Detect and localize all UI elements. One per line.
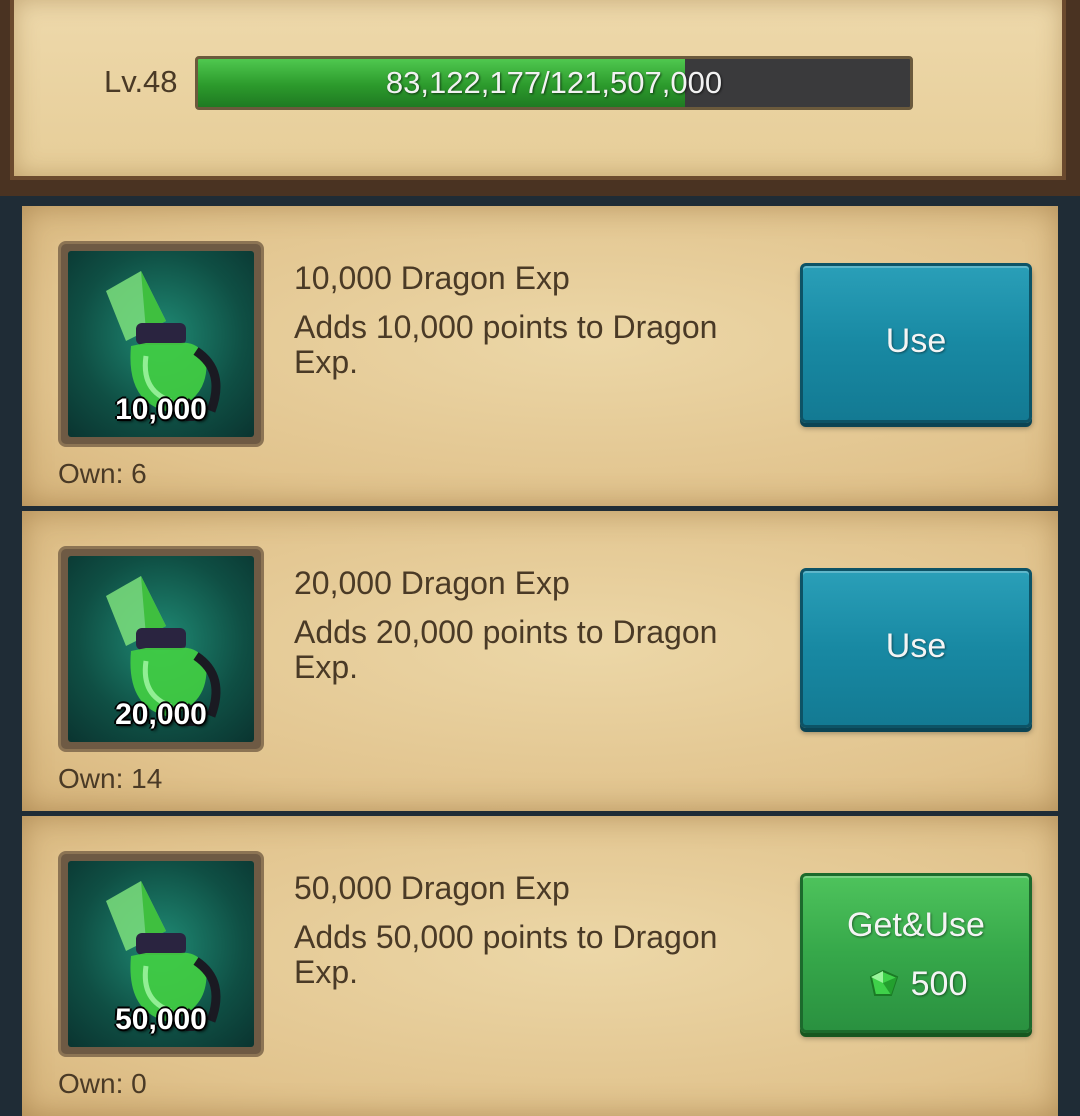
level-panel-inner: Lv.48 83,122,177/121,507,000: [10, 0, 1066, 180]
item-amount-label: 10,000: [115, 393, 207, 426]
gem-cost-value: 500: [910, 964, 968, 1003]
level-label: Lv.48: [104, 64, 178, 99]
item-icon-frame: 10,000: [58, 241, 264, 447]
own-count: Own: 6: [58, 458, 147, 489]
exp-progress-bar: 83,122,177/121,507,000: [195, 56, 913, 110]
item-title: 20,000 Dragon Exp: [294, 565, 570, 601]
item-title: 50,000 Dragon Exp: [294, 870, 570, 906]
item-icon-frame: 50,000: [58, 851, 264, 1057]
get-and-use-button[interactable]: Get&Use 500: [800, 873, 1032, 1033]
item-amount-label: 50,000: [115, 1003, 207, 1036]
gem-cost: 500: [803, 964, 1029, 1004]
use-button[interactable]: Use: [800, 568, 1032, 728]
own-count: Own: 14: [58, 763, 163, 794]
level-panel: Lv.48 83,122,177/121,507,000: [0, 0, 1080, 196]
item-icon-frame: 20,000: [58, 546, 264, 752]
item-description: Adds 10,000 points to Dragon Exp.: [294, 309, 718, 380]
list-item: 50,000 Own: 0 50,000 Dragon Exp Adds 50,…: [22, 816, 1058, 1116]
dragon-exp-potion-icon: 50,000: [68, 861, 254, 1047]
item-description: Adds 20,000 points to Dragon Exp.: [294, 614, 718, 685]
own-count: Own: 0: [58, 1068, 147, 1099]
list-item: 10,000 Own: 6 10,000 Dragon Exp Adds 10,…: [22, 206, 1058, 506]
dragon-exp-potion-icon: 20,000: [68, 556, 254, 742]
list-item: 20,000 Own: 14 20,000 Dragon Exp Adds 20…: [22, 511, 1058, 811]
dragon-exp-potion-icon: 10,000: [68, 251, 254, 437]
get-and-use-label: Get&Use: [847, 906, 985, 944]
gem-icon: [869, 969, 898, 996]
item-description: Adds 50,000 points to Dragon Exp.: [294, 919, 718, 990]
item-amount-label: 20,000: [115, 698, 207, 731]
use-button[interactable]: Use: [800, 263, 1032, 423]
item-title: 10,000 Dragon Exp: [294, 260, 570, 296]
exp-progress-text: 83,122,177/121,507,000: [385, 65, 723, 100]
